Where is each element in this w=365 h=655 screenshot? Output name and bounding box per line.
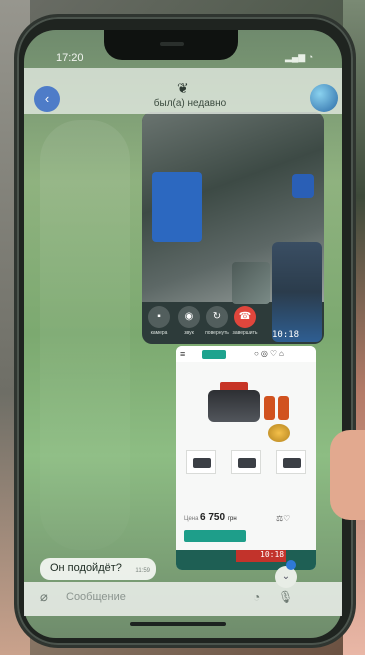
home-indicator (130, 622, 226, 626)
video-object (292, 174, 314, 198)
screen-glare (40, 120, 130, 550)
thumbnail[interactable] (186, 450, 216, 474)
camera-icon: ▪ (157, 311, 161, 322)
price-value: 6 750 грн (200, 512, 237, 523)
microphone-icon[interactable]: 🎙 (278, 590, 293, 604)
price-label: Цена (184, 516, 199, 522)
end-call-button[interactable]: ☎ (234, 306, 256, 328)
contact-status: был(а) недавно (153, 98, 227, 109)
call-control-label: звук (184, 330, 194, 336)
message-bubble[interactable]: Он подойдёт? 11:59 (40, 558, 156, 580)
status-indicators: ▂▄▆ ◔ (285, 52, 325, 62)
sound-icon: ◉ (184, 311, 194, 322)
shop-logo (202, 350, 226, 359)
video-object (152, 172, 202, 242)
warranty-badge (268, 424, 290, 442)
menu-icon: ≡ (180, 349, 186, 359)
status-time: 17:20 (56, 52, 84, 64)
unread-badge (286, 560, 296, 570)
scroll-down-button[interactable]: ⌄ (275, 566, 297, 588)
sound-button[interactable]: ◉ (178, 306, 200, 328)
hand-thumb (330, 430, 365, 520)
signal-icon: ▂▄▆ ◔ (285, 52, 314, 62)
back-button[interactable]: ‹ (34, 86, 60, 112)
oil-bottle (264, 396, 275, 420)
call-controls: ▪ камера ◉ звук ↻ повернуть ☎ завершить (142, 302, 272, 342)
message-text: Он подойдёт? (50, 562, 122, 574)
camera-button[interactable]: ▪ (148, 306, 170, 328)
thumbnail-row (186, 450, 306, 474)
call-control-label: камера (150, 330, 168, 336)
vacuum-pump (208, 390, 260, 422)
paperclip-icon[interactable]: ⌀ (40, 589, 48, 605)
rotate-button[interactable]: ↻ (206, 306, 228, 328)
buy-button[interactable] (184, 530, 246, 542)
message-time: 11:59 (135, 568, 150, 574)
back-arrow-icon: ‹ (44, 91, 50, 106)
sticker-icon[interactable]: ◔ (253, 590, 260, 604)
chevron-down-icon: ⌄ (281, 571, 291, 582)
thumbnail[interactable] (276, 450, 306, 474)
call-control-label: завершить (232, 330, 258, 336)
shop-nav-icons: ○◎♡⌂ (254, 349, 286, 358)
contact-avatar[interactable] (310, 84, 338, 112)
call-timer: 10:18 (272, 330, 300, 340)
video-pip-mini (232, 262, 270, 304)
call-control-label: повернуть (205, 330, 229, 336)
compare-favorite-icons: ⚖♡ (276, 514, 291, 523)
oil-bottle (278, 396, 289, 420)
product-screenshot-image[interactable]: ≡ ○◎♡⌂ Цена 6 750 грн ⚖♡ 10:18 (176, 346, 316, 570)
bottom-call-timer: 10:18 (260, 550, 285, 559)
message-input[interactable] (66, 588, 246, 606)
contact-icon: ❦ (177, 80, 189, 96)
shop-topbar (176, 346, 316, 362)
video-pip (272, 242, 322, 342)
phone-hangup-icon: ☎ (238, 311, 252, 322)
earpiece-speaker (160, 42, 184, 46)
thumbnail[interactable] (231, 450, 261, 474)
rotate-icon: ↻ (212, 311, 222, 322)
